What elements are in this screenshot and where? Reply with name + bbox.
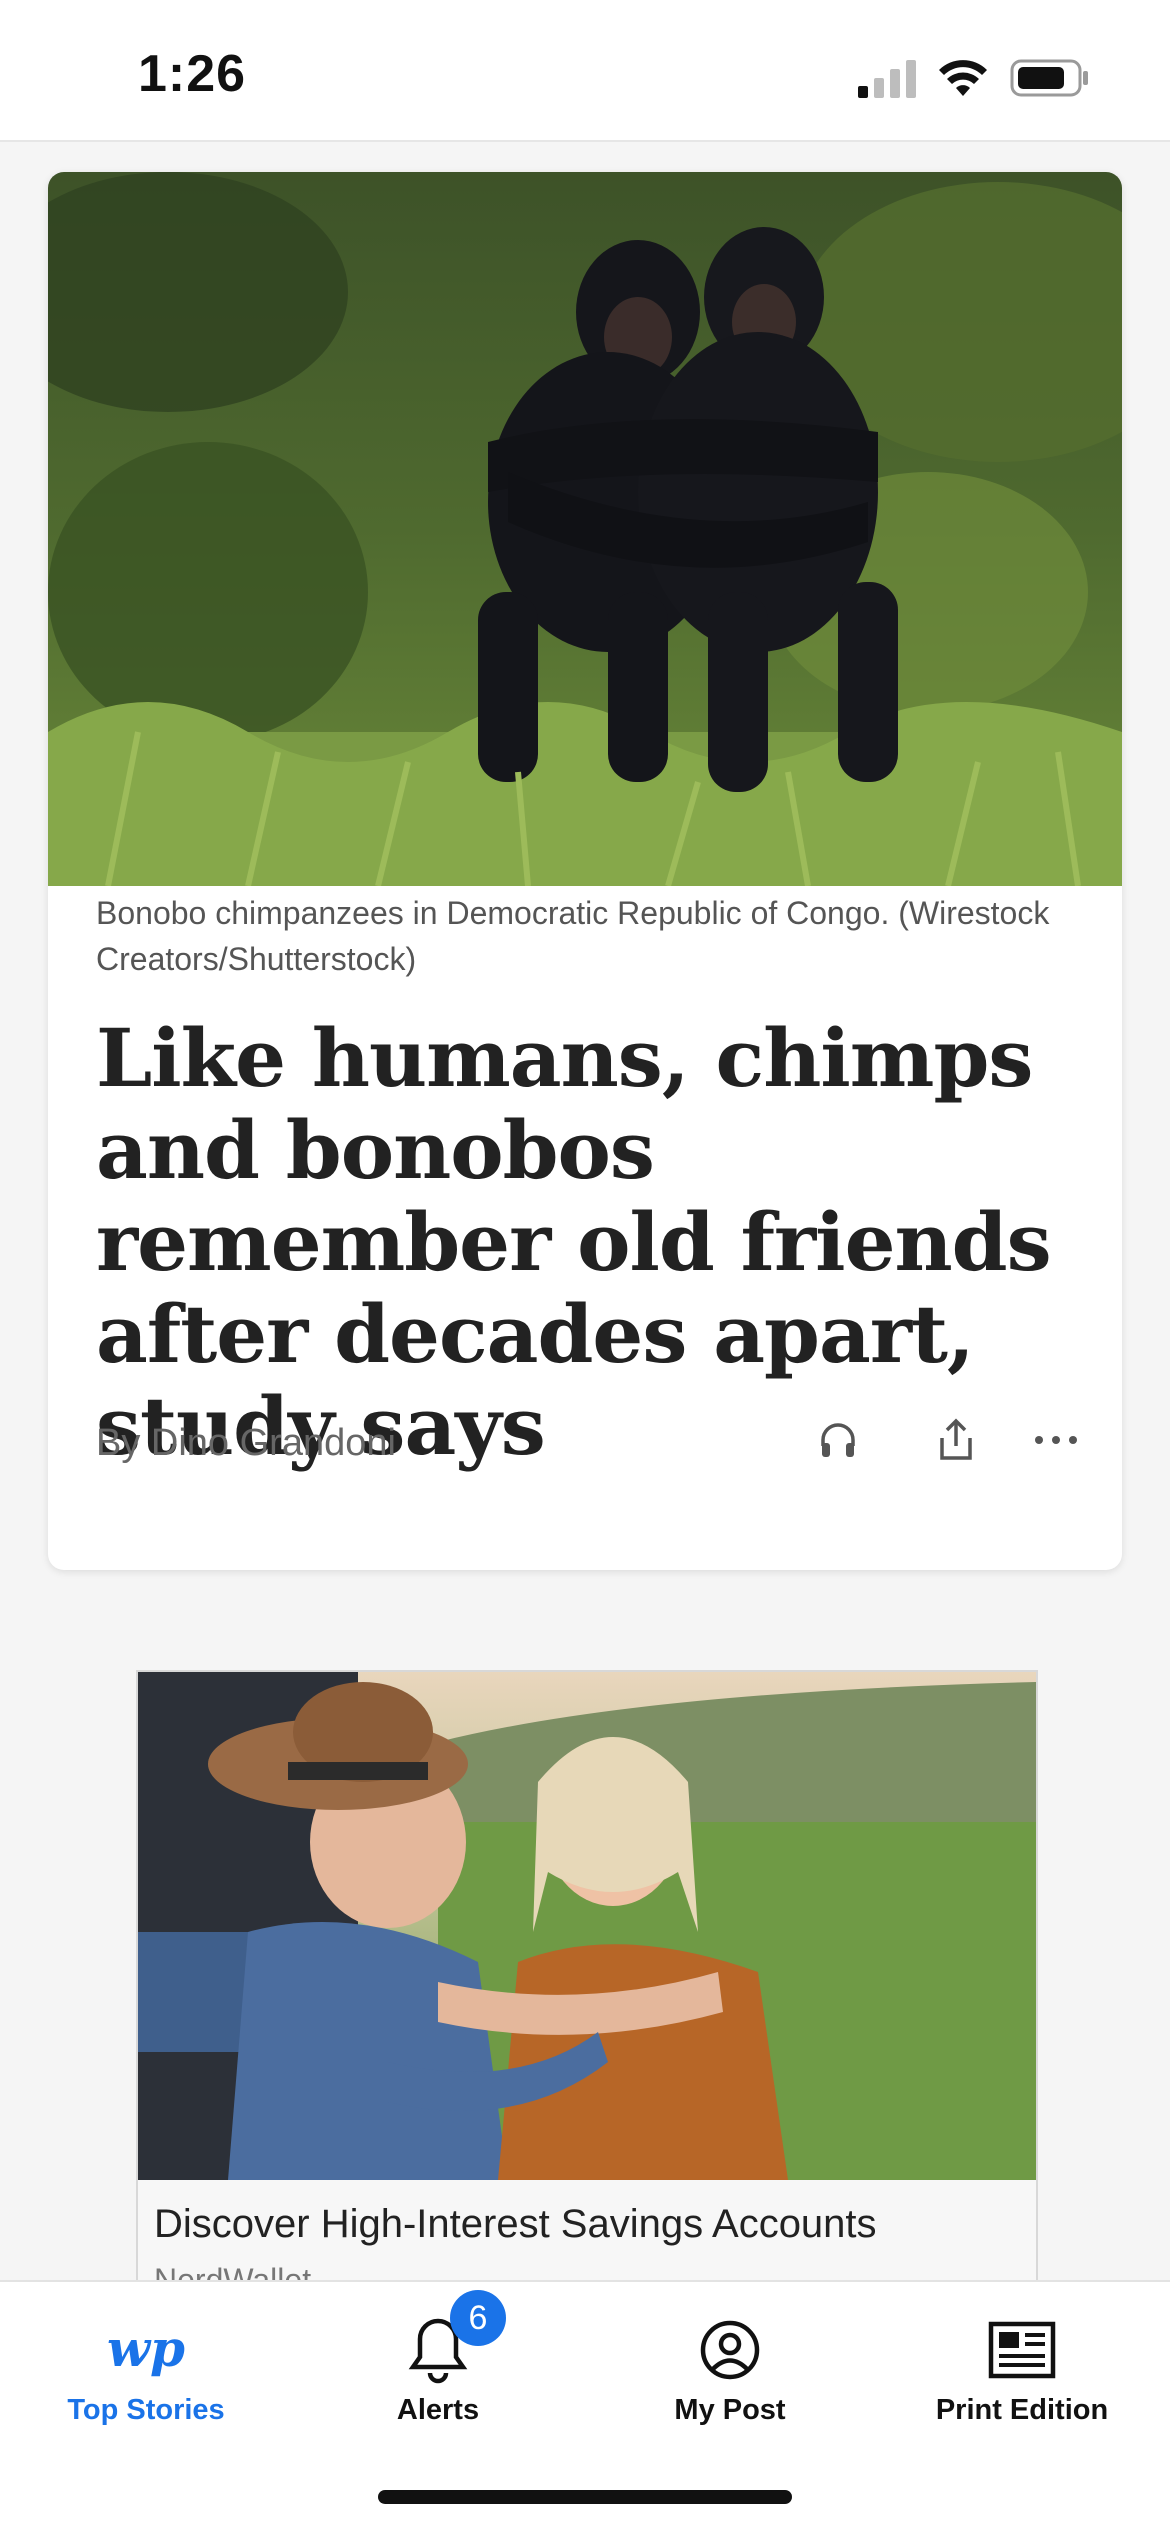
tab-label: My Post xyxy=(674,2394,786,2426)
article-card[interactable]: Bonobo chimpanzees in Democratic Republi… xyxy=(48,172,1122,1570)
bonobos-photo xyxy=(48,172,1122,886)
tab-alerts[interactable]: Alerts xyxy=(292,2282,584,2462)
more-options-button[interactable] xyxy=(1024,1408,1088,1472)
user-circle-icon xyxy=(700,2320,760,2380)
article-byline[interactable]: By Dino Grandoni xyxy=(96,1422,396,1465)
cellular-signal-icon xyxy=(858,60,916,98)
svg-text:wp: wp xyxy=(107,2320,185,2378)
alerts-count-badge: 6 xyxy=(450,2290,506,2346)
listen-button[interactable] xyxy=(806,1408,870,1472)
share-button[interactable] xyxy=(924,1408,988,1472)
ad-image[interactable] xyxy=(138,1672,1036,2180)
ad-title[interactable]: Discover High-Interest Savings Accounts xyxy=(154,2202,877,2247)
headphones-icon xyxy=(821,1423,855,1457)
status-bar: 1:26 xyxy=(0,0,1170,142)
status-time: 1:26 xyxy=(138,45,247,103)
article-hero-image[interactable] xyxy=(48,172,1122,886)
tab-my-post[interactable]: My Post xyxy=(584,2282,876,2462)
battery-icon xyxy=(1010,59,1088,97)
newspaper-icon xyxy=(988,2321,1056,2379)
tab-label: Top Stories xyxy=(67,2394,225,2426)
more-icon xyxy=(1035,1436,1077,1444)
sponsored-ad[interactable]: Discover High-Interest Savings Accounts … xyxy=(136,1670,1038,2294)
tab-label: Alerts xyxy=(396,2394,480,2426)
image-caption: Bonobo chimpanzees in Democratic Republi… xyxy=(96,895,1050,977)
article-headline[interactable]: Like humans, chimps and bonobos remember… xyxy=(96,1012,1096,1472)
tab-label: Print Edition xyxy=(935,2394,1109,2426)
tab-print-edition[interactable]: Print Edition xyxy=(876,2282,1168,2462)
tab-top-stories[interactable]: wp Top Stories xyxy=(0,2282,292,2462)
women-hugging-photo xyxy=(138,1672,1036,2180)
wifi-icon xyxy=(939,60,987,96)
status-icons xyxy=(858,58,1090,98)
home-indicator xyxy=(378,2490,792,2504)
wp-logo-icon: wp xyxy=(107,2320,185,2378)
share-icon xyxy=(940,1418,972,1460)
